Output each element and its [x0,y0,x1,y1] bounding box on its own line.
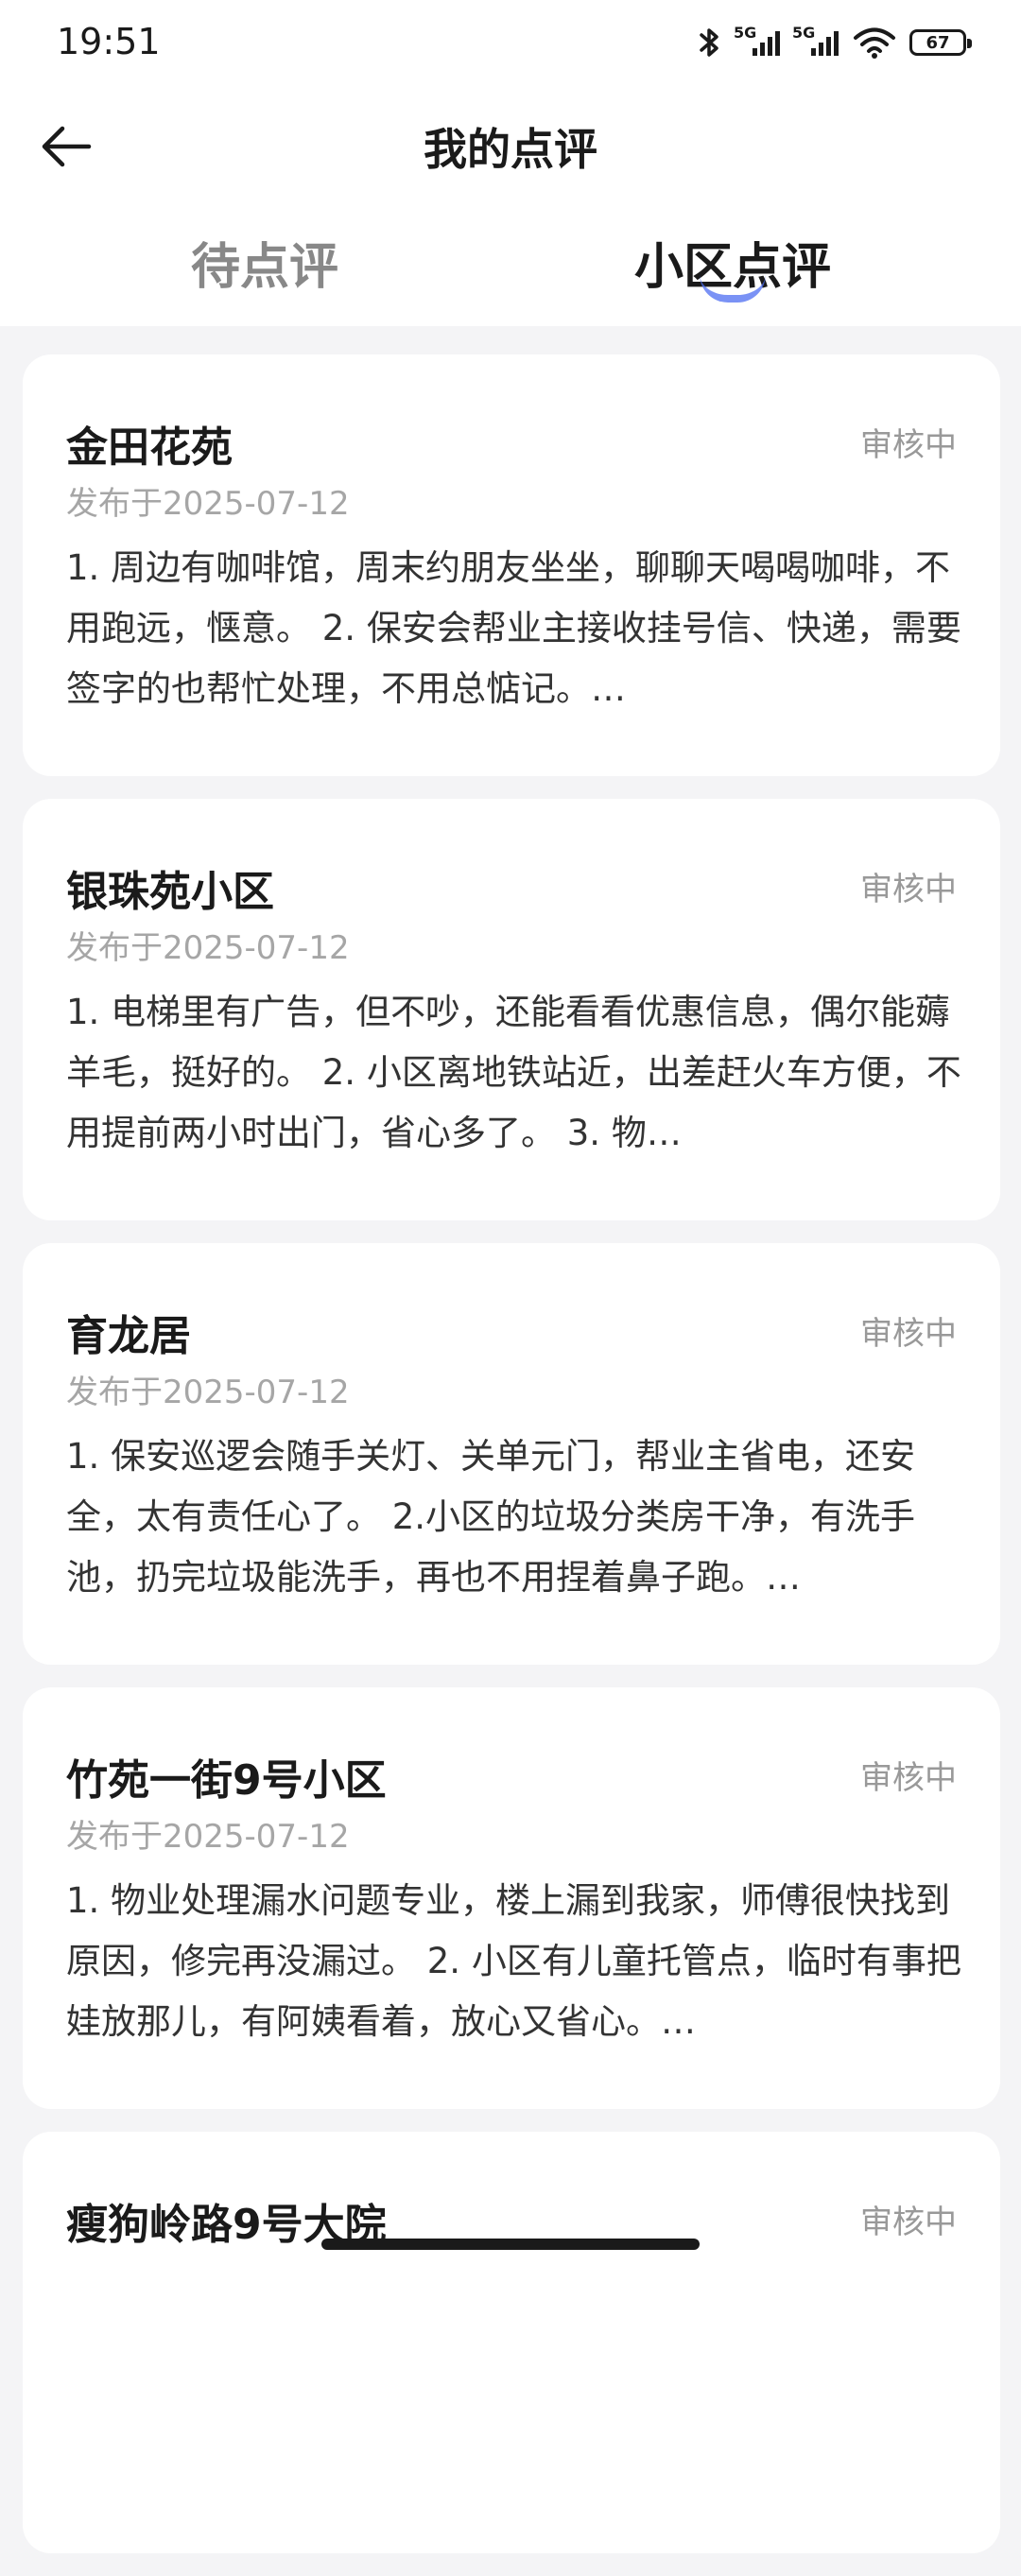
tab-pending-reviews[interactable]: 待点评 [76,227,454,298]
community-name: 竹苑一街9号小区 [66,1756,387,1805]
status-time: 19:51 [57,21,161,62]
community-name: 金田花苑 [66,424,233,472]
review-status: 审核中 [860,426,957,464]
signal-5g-icon: 5G [734,24,783,60]
community-name: 银珠苑小区 [66,868,274,916]
review-card[interactable]: 银珠苑小区 审核中 发布于2025-07-12 1. 电梯里有广告，但不吵，还能… [23,799,1000,1220]
review-card[interactable]: 金田花苑 审核中 发布于2025-07-12 1. 周边有咖啡馆，周末约朋友坐坐… [23,354,1000,776]
review-text: 1. 电梯里有广告，但不吵，还能看看优惠信息，偶尔能薅羊毛，挺好的。 2. 小区… [66,992,961,1153]
review-text: 1. 物业处理漏水问题专业，楼上漏到我家，师傅很快找到原因，修完再没漏过。 2.… [66,1880,961,2042]
battery-level: 67 [926,32,950,53]
review-text: 1. 保安巡逻会随手关灯、关单元门，帮业主省电，还安全，太有责任心了。 2.小区… [66,1436,916,1598]
publish-date: 发布于2025-07-12 [66,1818,350,1856]
status-icons: 5G 5G 67 [698,23,972,62]
battery-icon: 67 [909,29,972,56]
publish-date: 发布于2025-07-12 [66,485,350,523]
review-status: 审核中 [860,2204,957,2241]
nav-bar: 我的点评 [0,95,1021,199]
review-card[interactable]: 瘦狗岭路9号大院 审核中 [23,2132,1000,2553]
bluetooth-icon [698,26,722,60]
page-title: 我的点评 [424,124,597,175]
home-indicator[interactable] [321,2239,700,2250]
wifi-icon [853,26,896,60]
status-bar: 19:51 5G 5G 67 [0,0,1021,85]
review-card[interactable]: 育龙居 审核中 发布于2025-07-12 1. 保安巡逻会随手关灯、关单元门，… [23,1243,1000,1665]
review-status: 审核中 [860,1315,957,1353]
review-text: 1. 周边有咖啡馆，周末约朋友坐坐，聊聊天喝喝咖啡，不用跑远，惬意。 2. 保安… [66,547,961,709]
active-tab-indicator [700,274,766,303]
publish-date: 发布于2025-07-12 [66,1374,350,1411]
tab-bar: 待点评 小区点评 [0,227,1021,312]
review-status: 审核中 [860,871,957,908]
publish-date: 发布于2025-07-12 [66,929,350,967]
review-card[interactable]: 竹苑一街9号小区 审核中 发布于2025-07-12 1. 物业处理漏水问题专业… [23,1687,1000,2109]
signal-5g-icon-2: 5G [792,24,841,60]
review-status: 审核中 [860,1759,957,1797]
community-name: 育龙居 [66,1312,191,1360]
